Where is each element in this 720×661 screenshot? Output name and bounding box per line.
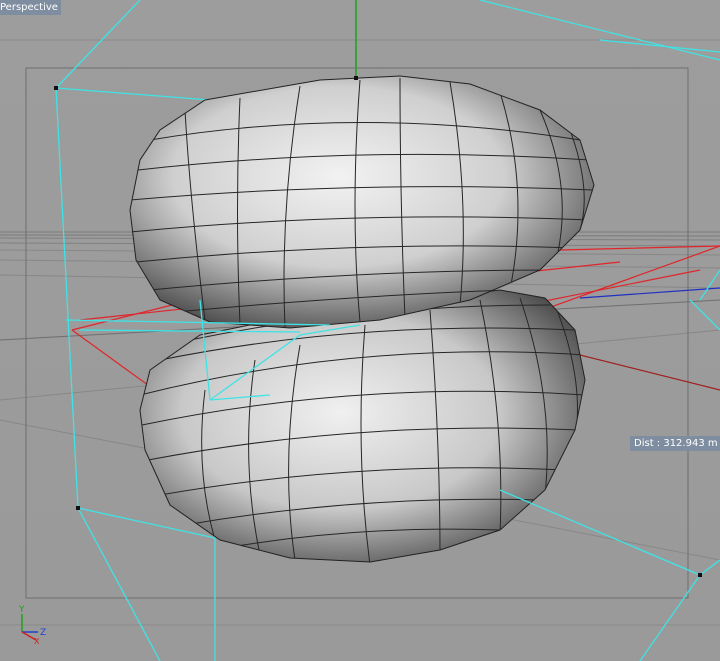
viewport-label[interactable]: Perspective [0, 0, 61, 15]
scene-canvas[interactable] [0, 0, 720, 661]
distance-readout: Dist : 312.943 m [630, 436, 720, 451]
xyz-axis-icon: Y Z X [14, 602, 50, 646]
top-ellipsoid-mesh[interactable] [129, 75, 595, 329]
axis-x-label: X [34, 637, 40, 644]
3d-viewport-perspective[interactable]: Perspective Dist : 312.943 m Y Z X [0, 0, 720, 661]
axis-y-label: Y [18, 605, 25, 615]
axis-z-label: Z [40, 628, 46, 638]
